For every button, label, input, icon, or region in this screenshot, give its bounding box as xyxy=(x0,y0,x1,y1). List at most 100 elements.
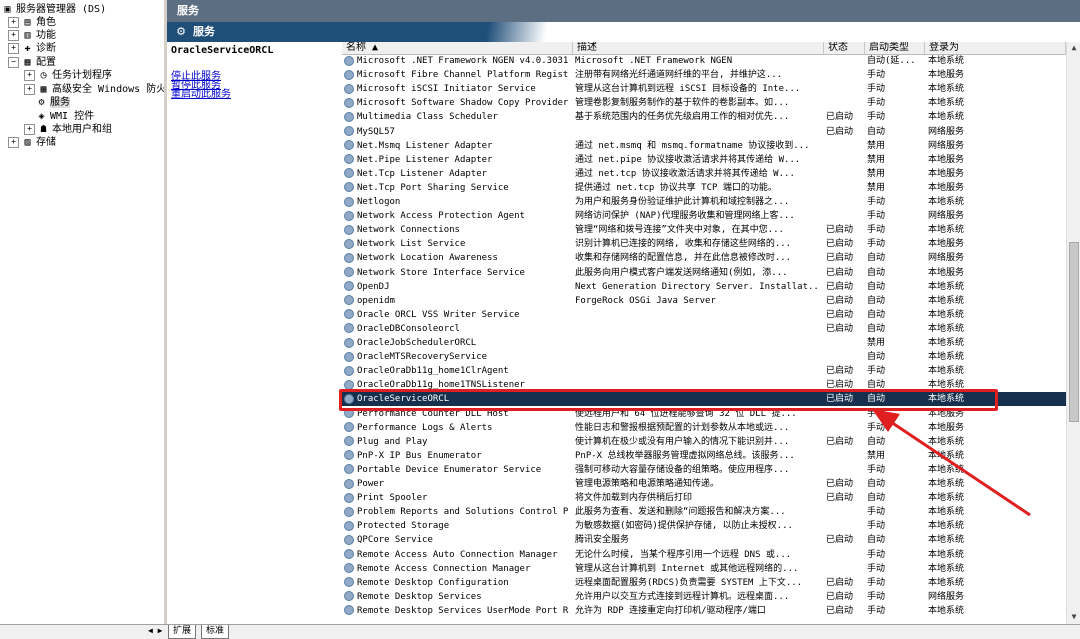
service-row[interactable]: Network Location Awareness 收集和存储网络的配置信息, … xyxy=(342,251,1066,265)
service-name-text: openidm xyxy=(357,295,395,306)
service-row[interactable]: Remote Desktop Services 允许用户以交互方式连接到远程计算机… xyxy=(342,590,1066,604)
tree-item-label: 角色 xyxy=(36,17,56,28)
column-header-name[interactable]: 名称 ▲ xyxy=(342,42,573,54)
service-row[interactable]: Microsoft .NET Framework NGEN v4.0.3031.… xyxy=(342,54,1066,68)
service-gear-icon xyxy=(344,238,354,249)
selected-service-name: OracleServiceORCL xyxy=(171,45,274,56)
service-logon: 网络服务 xyxy=(928,126,965,137)
tree-item[interactable]: + ▤ 角色 xyxy=(8,16,56,29)
column-header-logon-as[interactable]: 登录为 xyxy=(925,42,1066,54)
service-row[interactable]: Remote Desktop Configuration 远程桌面配置服务(RDC… xyxy=(342,576,1066,590)
tab-extended[interactable]: 扩展 xyxy=(168,625,197,639)
tree-item[interactable]: + ☗ 本地用户和组 xyxy=(24,123,112,136)
expand-icon[interactable]: + xyxy=(24,123,35,135)
service-row[interactable]: OracleDBConsoleorcl 已启动 自动 本地系统 xyxy=(342,322,1066,336)
service-status xyxy=(826,505,864,519)
service-row[interactable]: Performance Logs & Alerts 性能日志和警报根据预配置的计划… xyxy=(342,421,1066,435)
service-row[interactable]: Portable Device Enumerator Service 强制可移动大… xyxy=(342,463,1066,477)
service-row[interactable]: OracleMTSRecoveryService 自动 本地系统 xyxy=(342,350,1066,364)
expand-icon[interactable]: + xyxy=(8,29,19,41)
service-row[interactable]: openidm ForgeRock OSGi Java Server 已启动 自动 本地… xyxy=(342,294,1066,308)
service-row[interactable]: MySQL57 已启动 自动 网络服务 xyxy=(342,125,1066,139)
service-row[interactable]: Protected Storage 为敏感数据(如密码)提供保护存储, 以防止未授… xyxy=(342,519,1066,533)
service-row[interactable]: Remote Access Auto Connection Manager 无论什… xyxy=(342,548,1066,562)
service-row[interactable]: Network List Service 识别计算机已连接的网络, 收集和存储这些… xyxy=(342,237,1066,251)
tree-item[interactable]: + ◷ 任务计划程序 xyxy=(24,69,112,82)
service-startup: 自动 xyxy=(867,493,886,504)
service-row[interactable]: Remote Access Connection Manager 管理从这台计算机… xyxy=(342,562,1066,576)
service-row[interactable]: OracleOraDb11g_home1TNSListener 已启动 自动 本地系统 xyxy=(342,378,1066,392)
expand-icon[interactable]: + xyxy=(8,16,19,28)
scroll-thumb[interactable] xyxy=(1069,242,1079,422)
tree-item[interactable]: ⚙ 服务 xyxy=(36,96,70,109)
tree-item[interactable]: + ▥ 功能 xyxy=(8,29,56,42)
tree-item[interactable]: ◈ WMI 控件 xyxy=(36,110,94,123)
expand-icon[interactable]: + xyxy=(8,136,19,148)
service-name-text: MySQL57 xyxy=(357,126,395,137)
column-header-startup-type[interactable]: 启动类型 xyxy=(865,42,925,54)
collapse-icon[interactable]: − xyxy=(8,56,19,68)
service-name-text: Netlogon xyxy=(357,197,401,207)
column-header-status[interactable]: 状态 xyxy=(824,42,865,54)
service-row[interactable]: Network Connections 管理“网络和拨号连接”文件夹中对象, 在其… xyxy=(342,223,1066,237)
vertical-scrollbar[interactable]: ▲ ▼ xyxy=(1066,42,1080,624)
tree-item[interactable]: + ▨ 存储 xyxy=(8,136,56,149)
service-status: 已启动 xyxy=(826,380,854,391)
service-row[interactable]: OracleServiceORCL 已启动 自动 本地系统 xyxy=(342,392,1066,407)
service-status xyxy=(826,407,864,421)
service-row[interactable]: Net.Pipe Listener Adapter 通过 net.pipe 协议接… xyxy=(342,153,1066,167)
service-row[interactable]: Network Store Interface Service 此服务向用户模式客… xyxy=(342,266,1066,280)
tree-item[interactable]: − ▦ 配置 xyxy=(8,56,56,69)
service-row[interactable]: Microsoft iSCSI Initiator Service 管理从这台计算… xyxy=(342,82,1066,96)
service-row[interactable]: Print Spooler 将文件加载到内存供稍后打印 已启动 自动 本地系统 xyxy=(342,491,1066,505)
service-row[interactable]: Power 管理电源策略和电源策略通知传递。 已启动 自动 本地系统 xyxy=(342,477,1066,491)
tab-standard[interactable]: 标准 xyxy=(201,625,230,639)
service-logon: 网络服务 xyxy=(928,253,965,264)
service-status: 已启动 xyxy=(826,605,854,616)
service-row[interactable]: OracleOraDb11g_home1ClrAgent 已启动 手动 本地系统 xyxy=(342,364,1066,378)
service-row[interactable]: Problem Reports and Solutions Control P.… xyxy=(342,505,1066,519)
service-startup: 手动 xyxy=(867,605,886,616)
service-status xyxy=(826,209,864,223)
service-startup: 禁用 xyxy=(867,182,886,193)
service-row[interactable]: Net.Tcp Listener Adapter 通过 net.tcp 协议接收激… xyxy=(342,167,1066,181)
tree-item[interactable]: + ▩ 高级安全 Windows 防火墙 xyxy=(24,83,164,96)
service-name-text: OracleOraDb11g_home1TNSListener xyxy=(357,380,525,391)
service-startup: 自动 xyxy=(867,309,886,320)
service-row[interactable]: Oracle ORCL VSS Writer Service 已启动 自动 本地系统 xyxy=(342,308,1066,322)
service-name-text: Portable Device Enumerator Service xyxy=(357,464,542,475)
features-icon: ▥ xyxy=(24,29,31,41)
tree-scroll-arrows[interactable]: ◀ ▶ xyxy=(148,626,162,635)
scroll-down-icon[interactable]: ▼ xyxy=(1069,612,1079,622)
service-row[interactable]: Performance Counter DLL Host 使远程用户和 64 位进… xyxy=(342,407,1066,421)
service-row[interactable]: Remote Desktop Services UserMode Port R.… xyxy=(342,604,1066,618)
service-row[interactable]: Net.Tcp Port Sharing Service 提供通过 net.tcp… xyxy=(342,181,1066,195)
restart-service-link[interactable]: 重启动此服务 xyxy=(171,85,231,100)
service-row[interactable]: Plug and Play 使计算机在极少或没有用户输入的情况下能识别并... 已启… xyxy=(342,435,1066,449)
column-header-description[interactable]: 描述 xyxy=(573,42,824,54)
expand-icon[interactable]: + xyxy=(8,42,19,54)
task-scheduler-icon: ◷ xyxy=(40,69,47,81)
service-startup: 手动 xyxy=(867,197,886,207)
service-row[interactable]: Microsoft Fibre Channel Platform Regist.… xyxy=(342,68,1066,82)
service-gear-icon xyxy=(344,182,354,193)
service-name-text: Remote Access Auto Connection Manager xyxy=(357,549,558,560)
service-status xyxy=(826,82,864,96)
service-status: 已启动 xyxy=(826,591,854,602)
service-row[interactable]: Net.Msmq Listener Adapter 通过 net.msmq 和 m… xyxy=(342,139,1066,153)
pane-header-title: 服务 xyxy=(177,4,199,17)
service-row[interactable]: OracleJobSchedulerORCL 禁用 本地系统 xyxy=(342,336,1066,350)
service-row[interactable]: PnP-X IP Bus Enumerator PnP-X 总线枚举器服务管理虚拟… xyxy=(342,449,1066,463)
tree-item[interactable]: ▣ 服务器管理器 (DS) xyxy=(2,3,106,16)
service-row[interactable]: Multimedia Class Scheduler 基于系统范围内的任务优先级启… xyxy=(342,110,1066,124)
scroll-up-icon[interactable]: ▲ xyxy=(1069,43,1079,53)
service-name-text: Microsoft Software Shadow Copy Provider xyxy=(357,98,569,109)
expand-icon[interactable]: + xyxy=(24,83,35,95)
service-row[interactable]: QPCore Service 腾讯安全服务 已启动 自动 本地系统 xyxy=(342,533,1066,547)
service-row[interactable]: OpenDJ Next Generation Directory Server. … xyxy=(342,280,1066,294)
service-row[interactable]: Microsoft Software Shadow Copy Provider 管… xyxy=(342,96,1066,110)
service-row[interactable]: Netlogon 为用户和服务身份验证维护此计算机和域控制器之... 手动 本地系统 xyxy=(342,195,1066,209)
service-row[interactable]: Network Access Protection Agent 网络访问保护 (N… xyxy=(342,209,1066,223)
tree-item[interactable]: + ✚ 诊断 xyxy=(8,42,56,55)
expand-icon[interactable]: + xyxy=(24,69,35,81)
